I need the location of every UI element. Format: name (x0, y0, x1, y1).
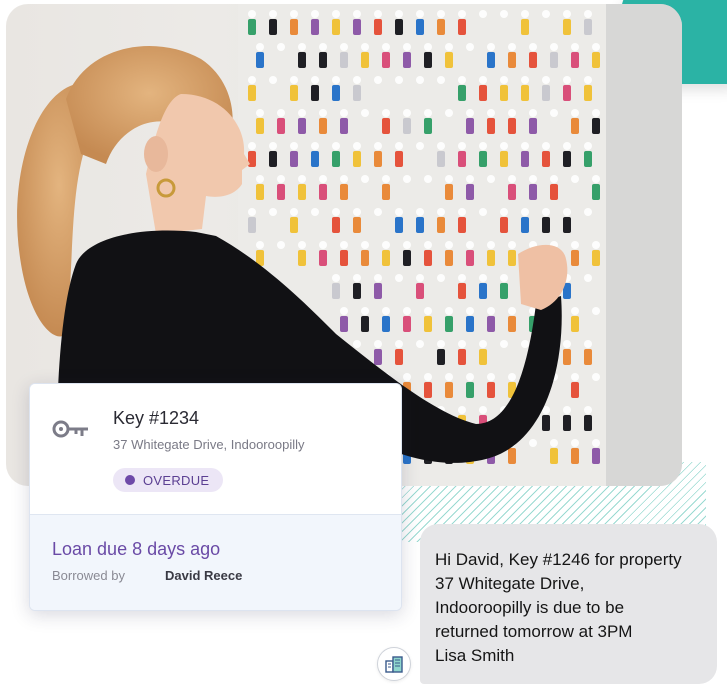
loan-section: Loan due 8 days ago Borrowed by David Re… (30, 514, 401, 610)
key-icon (52, 420, 88, 438)
message-bubble: Hi David, Key #1246 for property 37 Whit… (420, 524, 717, 684)
status-dot-icon (125, 475, 135, 485)
message-text: Hi David, Key #1246 for property 37 Whit… (435, 550, 682, 665)
loan-due-text: Loan due 8 days ago (52, 539, 221, 559)
borrowed-by-label: Borrowed by (52, 568, 125, 583)
key-address: 37 Whitegate Drive, Indooroopilly (113, 437, 305, 452)
status-badge: OVERDUE (113, 468, 224, 492)
key-card[interactable]: Key #1234 37 Whitegate Drive, Indooroopi… (29, 383, 402, 611)
building-icon (385, 656, 403, 673)
key-card-header: Key #1234 37 Whitegate Drive, Indooroopi… (30, 384, 401, 514)
borrower-name[interactable]: David Reece (165, 568, 242, 583)
sender-avatar[interactable] (377, 647, 411, 681)
key-title: Key #1234 (113, 408, 200, 428)
status-label: OVERDUE (143, 472, 210, 488)
